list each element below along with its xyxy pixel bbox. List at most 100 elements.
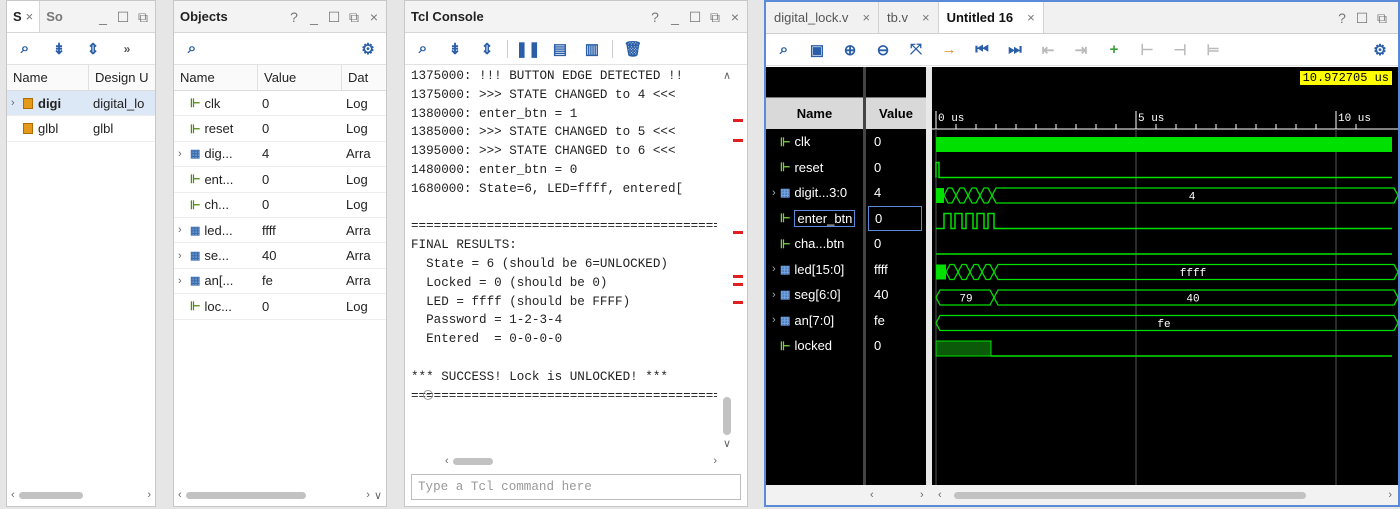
expand-all-icon[interactable]: ⇕ — [81, 37, 105, 61]
table-row[interactable]: ⊩ loc... 0 Log — [174, 294, 386, 320]
scroll-left-icon[interactable]: ‹ — [11, 489, 15, 501]
waveform-plot[interactable]: 0 us 5 us 10 us 4 ffff 79 40 fe 10.972705 us — [932, 67, 1398, 487]
col-name[interactable]: Name — [7, 65, 89, 90]
scroll-right-icon[interactable]: › — [1388, 489, 1392, 501]
tab-untitled-16[interactable]: Untitled 16 × — [938, 2, 1044, 33]
float-icon[interactable]: ⧉ — [346, 9, 362, 26]
scroll-left-icon[interactable]: ‹ — [178, 489, 182, 501]
chevron-right-icon[interactable]: › — [766, 314, 780, 326]
zoom-fit-icon[interactable]: ⤧ — [904, 38, 928, 62]
table-row[interactable]: ⊩ clk 0 Log — [174, 91, 386, 117]
table-row[interactable]: ⊩ reset 0 Log — [174, 116, 386, 142]
zoom-in-icon[interactable]: ⊕ — [838, 38, 862, 62]
search-icon[interactable]: ⌕ — [180, 37, 204, 61]
go-to-cursor-icon[interactable]: → — [937, 38, 961, 62]
scroll-left-icon[interactable]: ‹ — [445, 455, 449, 467]
table-row[interactable]: glbl glbl — [7, 116, 155, 142]
minimize-icon[interactable]: _ — [95, 9, 111, 25]
maximize-icon[interactable]: ☐ — [115, 9, 131, 26]
col-name[interactable]: Name — [174, 65, 258, 90]
scroll-down-icon[interactable]: ∨ — [723, 437, 731, 450]
wave-signal-row[interactable]: › ▦ led[15:0] — [766, 257, 863, 283]
table-row[interactable]: › digi digital_lo — [7, 91, 155, 117]
console-output[interactable]: 1375000: !!! BUTTON EDGE DETECTED !! 1375… — [411, 67, 717, 454]
table-row[interactable]: › ▦ dig... 4 Arra — [174, 142, 386, 168]
scroll-down-icon[interactable]: ∨ — [374, 489, 382, 502]
maximize-icon[interactable]: ☐ — [326, 9, 342, 26]
search-icon[interactable]: ⌕ — [772, 38, 796, 62]
chevron-right-icon[interactable]: › — [178, 224, 190, 236]
save-icon[interactable]: ▣ — [805, 38, 829, 62]
gear-icon[interactable]: ⚙ — [1368, 38, 1392, 62]
wave-signal-row[interactable]: › ▦ an[7:0] — [766, 308, 863, 334]
close-icon[interactable]: × — [862, 10, 870, 25]
go-to-start-icon[interactable]: ⏮ — [970, 38, 994, 62]
go-to-end-icon[interactable]: ⏭ — [1003, 38, 1027, 62]
col-value[interactable]: Value — [258, 65, 342, 90]
float-icon[interactable]: ⧉ — [1374, 10, 1390, 27]
wave-signal-row[interactable]: ⊩ clk — [766, 129, 863, 155]
next-marker-icon[interactable]: ⊣ — [1168, 38, 1192, 62]
chevron-right-icon[interactable]: › — [178, 250, 190, 262]
chevron-right-icon[interactable]: › — [766, 289, 780, 301]
scroll-right-icon[interactable]: › — [366, 489, 370, 501]
scroll-left-icon[interactable]: ‹ — [938, 489, 942, 501]
chevron-right-icon[interactable]: › — [178, 275, 190, 287]
chevron-right-icon[interactable]: › — [178, 148, 190, 160]
chevron-right-icon[interactable]: › — [11, 97, 23, 109]
scroll-up-icon[interactable]: ∧ — [723, 69, 731, 82]
value-column-header[interactable]: Value — [866, 97, 926, 129]
gear-icon[interactable]: ⚙ — [356, 37, 380, 61]
scrollbar-thumb[interactable] — [954, 491, 1306, 499]
tab-tb[interactable]: tb.v × — [879, 2, 939, 33]
wave-scrollbar[interactable]: ‹ › ‹ › — [766, 485, 1398, 505]
close-icon[interactable]: × — [727, 9, 743, 25]
float-icon[interactable]: ⧉ — [707, 9, 723, 26]
chevron-right-icon[interactable]: › — [766, 187, 780, 199]
float-icon[interactable]: ⧉ — [135, 9, 151, 26]
horizontal-scrollbar[interactable]: ‹ › — [445, 455, 717, 467]
table-row[interactable]: › ▦ se... 40 Arra — [174, 243, 386, 269]
columns-icon[interactable]: ▥ — [580, 37, 604, 61]
tab-digital-lock[interactable]: digital_lock.v × — [766, 2, 880, 33]
search-icon[interactable]: ⌕ — [411, 37, 435, 61]
more-icon[interactable]: » — [115, 37, 139, 61]
table-row[interactable]: › ▦ led... ffff Arra — [174, 218, 386, 244]
name-column-header[interactable]: Name — [766, 97, 863, 129]
waveform-canvas[interactable]: 0 us 5 us 10 us 4 ffff 79 40 fe — [932, 67, 1398, 487]
zoom-out-icon[interactable]: ⊖ — [871, 38, 895, 62]
scroll-right-icon[interactable]: › — [147, 489, 151, 501]
expand-all-icon[interactable]: ⇕ — [475, 37, 499, 61]
horizontal-scrollbar[interactable]: ‹ › ∨ — [178, 489, 382, 502]
trash-icon[interactable]: 🗑 — [621, 37, 645, 61]
wave-signal-row[interactable]: › ▦ digit...3:0 — [766, 180, 863, 206]
scroll-right-icon[interactable]: › — [713, 455, 717, 467]
maximize-icon[interactable]: ☐ — [1354, 10, 1370, 27]
wave-signal-row[interactable]: ⊩ locked — [766, 333, 863, 359]
fold-icon[interactable]: − — [423, 390, 433, 400]
horizontal-scrollbar[interactable]: ‹ › — [11, 489, 151, 501]
next-transition-icon[interactable]: ⇥ — [1069, 38, 1093, 62]
prev-transition-icon[interactable]: ⇤ — [1036, 38, 1060, 62]
wave-signal-row[interactable]: ⊩ enter_btn — [766, 206, 863, 232]
close-icon[interactable]: × — [1027, 10, 1035, 25]
swap-cursors-icon[interactable]: ⊨ — [1201, 38, 1225, 62]
table-row[interactable]: ⊩ ent... 0 Log — [174, 167, 386, 193]
col-design-unit[interactable]: Design U — [89, 65, 155, 90]
minimize-icon[interactable]: _ — [306, 9, 322, 25]
wave-signal-row[interactable]: ⊩ cha...btn — [766, 231, 863, 257]
close-icon[interactable]: × — [366, 9, 382, 25]
tcl-command-input[interactable]: Type a Tcl command here — [411, 474, 741, 500]
table-row[interactable]: › ▦ an[... fe Arra — [174, 269, 386, 295]
col-data-type[interactable]: Dat — [342, 65, 378, 90]
chevron-right-icon[interactable]: › — [766, 263, 780, 275]
table-row[interactable]: ⊩ ch... 0 Log — [174, 193, 386, 218]
vertical-scrollbar-thumb[interactable] — [723, 397, 731, 435]
wave-signal-row[interactable]: › ▦ seg[6:0] — [766, 282, 863, 308]
close-icon[interactable]: × — [26, 9, 34, 24]
pause-icon[interactable]: ❚❚ — [515, 37, 540, 61]
collapse-all-icon[interactable]: ⇟ — [443, 37, 467, 61]
tab-sources[interactable]: So — [40, 1, 69, 32]
tab-scope[interactable]: S × — [7, 1, 41, 32]
close-icon[interactable]: × — [922, 10, 930, 25]
